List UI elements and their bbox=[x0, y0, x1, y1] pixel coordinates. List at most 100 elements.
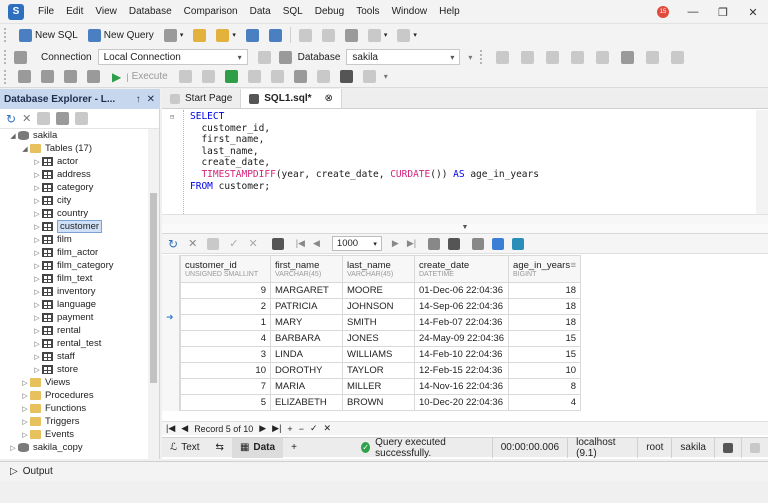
tree-node[interactable]: ▷ Events bbox=[0, 428, 148, 441]
bookmark-icon[interactable] bbox=[646, 50, 660, 64]
tree-node[interactable]: ▷ inventory bbox=[0, 285, 148, 298]
tree-node[interactable]: ▷ sakila_copy bbox=[0, 441, 148, 454]
chevron-down-icon[interactable]: ◢ bbox=[8, 132, 18, 140]
table-cell[interactable]: SMITH bbox=[342, 314, 415, 331]
table-cell[interactable]: 5 bbox=[180, 394, 271, 411]
chevron-right-icon[interactable]: ▷ bbox=[32, 197, 42, 205]
save-all-button[interactable] bbox=[264, 26, 287, 44]
last-page-icon[interactable]: ▶| bbox=[407, 238, 416, 249]
refresh-icon[interactable]: ↻ bbox=[168, 237, 178, 251]
menu-item-window[interactable]: Window bbox=[386, 6, 434, 17]
table-cell[interactable]: MARGARET bbox=[270, 282, 343, 299]
database-icon[interactable] bbox=[18, 70, 31, 83]
grid-view-icon[interactable] bbox=[271, 237, 284, 250]
toolbar-grip[interactable] bbox=[4, 50, 10, 64]
delete-icon[interactable]: ✕ bbox=[22, 112, 31, 125]
tree-node[interactable]: ▷ category bbox=[0, 181, 148, 194]
filter-icon[interactable] bbox=[75, 112, 89, 125]
menu-item-help[interactable]: Help bbox=[433, 6, 466, 17]
more-icon[interactable]: ▾ bbox=[468, 53, 472, 62]
post-record-icon[interactable]: ✓ bbox=[310, 423, 318, 434]
column-header-create-date[interactable]: create_date DATETIME bbox=[413, 255, 510, 283]
tree-node[interactable]: ▷ language bbox=[0, 298, 148, 311]
close-icon[interactable]: ✕ bbox=[738, 6, 768, 19]
table-view-icon[interactable] bbox=[428, 237, 441, 250]
tree-node[interactable]: ▷ rental_test bbox=[0, 337, 148, 350]
table-cell[interactable]: 14-Nov-16 22:04:36 bbox=[413, 378, 510, 395]
disconnect-icon[interactable] bbox=[257, 50, 271, 64]
table-cell[interactable]: MOORE bbox=[342, 282, 415, 299]
card-view-icon[interactable] bbox=[448, 237, 461, 250]
layout-toggle-alt[interactable] bbox=[741, 437, 768, 458]
notification-badge[interactable]: 15 bbox=[657, 6, 669, 18]
chevron-right-icon[interactable]: ▷ bbox=[32, 171, 42, 179]
execute-step-icon[interactable] bbox=[178, 70, 192, 83]
export-icon[interactable] bbox=[472, 237, 485, 250]
database-backup-icon[interactable] bbox=[87, 70, 100, 83]
next-page-icon[interactable]: ▶ bbox=[392, 238, 399, 249]
table-cell[interactable]: 4 bbox=[508, 394, 582, 411]
execute-current-icon[interactable] bbox=[201, 70, 215, 83]
table-cell[interactable]: 14-Feb-07 22:04:36 bbox=[413, 314, 510, 331]
explorer-scrollbar[interactable] bbox=[148, 129, 159, 459]
database-add-icon[interactable] bbox=[41, 70, 54, 83]
table-cell[interactable]: 3 bbox=[180, 346, 271, 363]
undo-button[interactable]: ▾ bbox=[363, 26, 393, 44]
report-icon[interactable] bbox=[362, 70, 376, 83]
copy-button[interactable] bbox=[317, 26, 340, 44]
previous-record-icon[interactable]: ◀ bbox=[181, 423, 188, 434]
table-row[interactable]: 3 LINDA WILLIAMS 14-Feb-10 22:04:36 15 bbox=[180, 346, 582, 363]
tree-node[interactable]: ▷ staff bbox=[0, 350, 148, 363]
save-button[interactable] bbox=[241, 26, 264, 44]
table-row[interactable]: 7 MARIA MILLER 14-Nov-16 22:04:36 8 bbox=[180, 378, 582, 395]
new-file-button[interactable] bbox=[188, 26, 211, 44]
next-record-icon[interactable]: ▶ bbox=[259, 423, 266, 434]
search-icon[interactable] bbox=[492, 237, 505, 250]
chevron-right-icon[interactable]: ▷ bbox=[32, 340, 42, 348]
table-cell[interactable]: MILLER bbox=[342, 378, 415, 395]
tree-node[interactable]: ◢ sakila bbox=[0, 129, 148, 142]
toolbar-grip[interactable] bbox=[4, 28, 10, 42]
output-panel-tab[interactable]: ▷ Output bbox=[0, 461, 768, 481]
chevron-right-icon[interactable]: ▷ bbox=[20, 392, 30, 400]
results-grid[interactable]: customer_id UNSIGNED SMALLINT first_name VA… bbox=[180, 255, 582, 411]
layout-toggle[interactable] bbox=[714, 437, 741, 458]
tree-node[interactable]: ▷ film_text bbox=[0, 272, 148, 285]
menu-item-tools[interactable]: Tools bbox=[350, 6, 385, 17]
chevron-right-icon[interactable]: ▷ bbox=[32, 327, 42, 335]
connection-select[interactable]: Local Connection ▾ bbox=[97, 49, 248, 65]
chevron-right-icon[interactable]: ▷ bbox=[32, 210, 42, 218]
cut-button[interactable] bbox=[294, 26, 317, 44]
toolbar-grip[interactable] bbox=[4, 69, 10, 84]
first-page-icon[interactable]: |◀ bbox=[296, 238, 305, 249]
table-cell[interactable]: 15 bbox=[508, 330, 582, 347]
column-header-customer-id[interactable]: customer_id UNSIGNED SMALLINT bbox=[180, 255, 271, 283]
table-cell[interactable]: 10 bbox=[508, 362, 582, 379]
chevron-right-icon[interactable]: ▷ bbox=[32, 184, 42, 192]
tree-node[interactable]: ▷ city bbox=[0, 194, 148, 207]
execute-icon[interactable]: ▶ bbox=[112, 70, 121, 84]
chevron-right-icon[interactable]: ▷ bbox=[20, 431, 30, 439]
tab-start-page[interactable]: Start Page bbox=[162, 89, 242, 108]
uncomment-icon[interactable] bbox=[546, 50, 560, 64]
execute-button[interactable]: | Execute bbox=[121, 68, 172, 86]
table-cell[interactable]: JOHNSON bbox=[342, 298, 415, 315]
history-icon[interactable] bbox=[224, 70, 238, 83]
table-cell[interactable]: 18 bbox=[508, 314, 582, 331]
database-refresh-icon[interactable] bbox=[64, 70, 77, 83]
table-cell[interactable]: 2 bbox=[180, 298, 271, 315]
refresh-icon[interactable]: ↻ bbox=[6, 112, 16, 126]
chevron-right-icon[interactable]: ▷ bbox=[32, 249, 42, 257]
table-cell[interactable]: DOROTHY bbox=[270, 362, 343, 379]
menu-item-data[interactable]: Data bbox=[244, 6, 277, 17]
chevron-right-icon[interactable]: ▷ bbox=[32, 314, 42, 322]
menu-item-edit[interactable]: Edit bbox=[60, 6, 89, 17]
editor-horizontal-scrollbar[interactable] bbox=[162, 214, 768, 224]
table-cell[interactable]: 14-Feb-10 22:04:36 bbox=[413, 346, 510, 363]
new-query-button[interactable]: New Query bbox=[83, 26, 159, 44]
chevron-right-icon[interactable]: ▷ bbox=[32, 158, 42, 166]
apply-icon[interactable]: ✓ bbox=[229, 237, 238, 250]
image-icon[interactable] bbox=[339, 70, 353, 83]
chevron-right-icon[interactable]: ▷ bbox=[32, 236, 42, 244]
explain-icon[interactable] bbox=[270, 70, 284, 83]
